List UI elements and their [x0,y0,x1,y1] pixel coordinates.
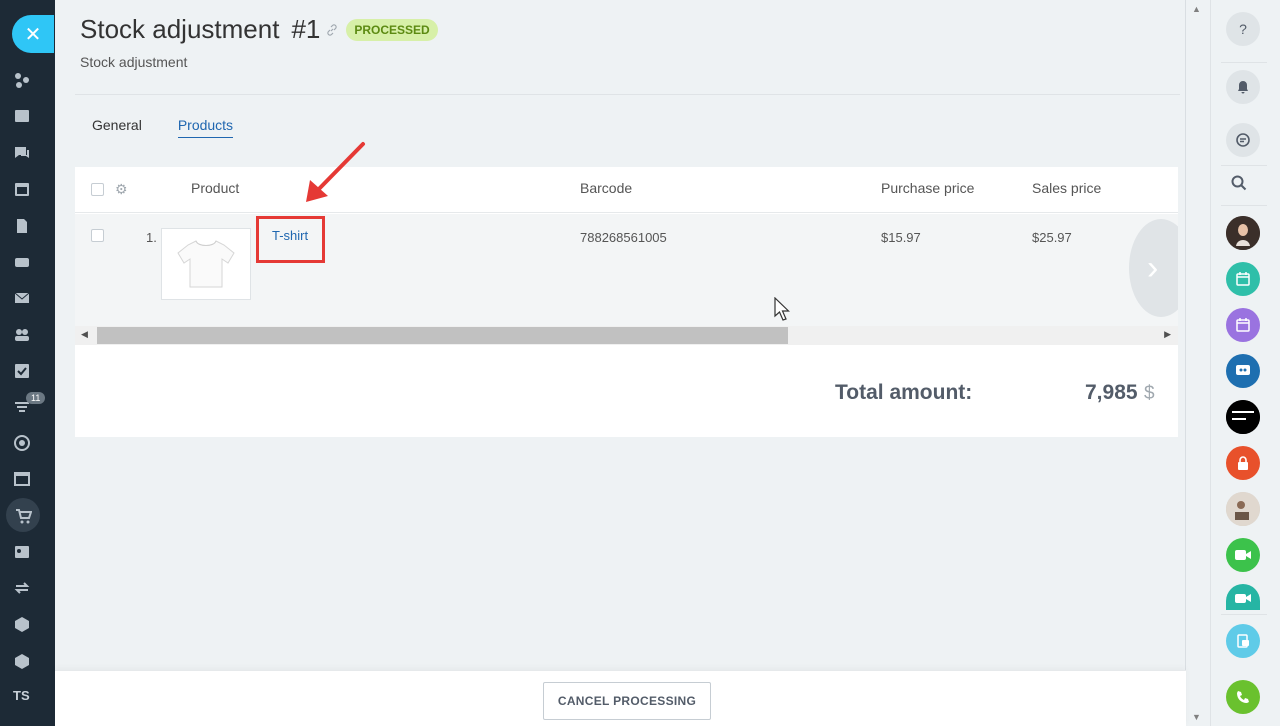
help-icon[interactable]: ? [1226,12,1260,46]
scroll-right-arrow-icon[interactable]: ▶ [1164,329,1171,340]
row-index: 1. [146,230,157,245]
close-icon[interactable]: ✕ [12,15,54,53]
status-badge: PROCESSED [346,18,438,41]
video-call-icon-2[interactable] [1226,584,1260,610]
mouse-cursor-icon [774,297,790,321]
groups-icon[interactable] [12,325,32,345]
table-header: ⚙ Product Barcode Purchase price Sales p… [75,167,1178,213]
right-sidebar-divider [1221,205,1267,206]
total-currency: $ [1144,383,1155,404]
tabs: General Products [92,117,269,138]
mail-icon[interactable] [12,288,32,308]
calendar-icon[interactable] [12,179,32,199]
table-row: 1. T-shirt 788268561005 $15.97 $25.97 [75,214,1178,326]
lock-icon[interactable] [1226,446,1260,480]
product-name-link[interactable]: T-shirt [272,228,308,243]
marketing-target-icon[interactable] [12,433,32,453]
page-subtitle: Stock adjustment [80,54,188,70]
avatar[interactable] [1226,216,1260,250]
header-divider [75,94,1180,95]
annotation-arrow-icon [306,142,365,202]
chat-icon[interactable] [12,143,32,163]
scrollbar-thumb[interactable] [97,327,788,344]
activity-stream-icon[interactable] [12,70,32,90]
column-header-product[interactable]: Product [191,180,239,196]
right-sidebar-divider [1221,614,1267,615]
document-number: #1 [291,14,321,44]
tshirt-icon [177,240,235,288]
page-title: Stock adjustment [80,14,280,44]
total-amount-value: 7,985 [1085,381,1138,404]
horizontal-scrollbar[interactable]: ◀ ▶ [75,326,1178,345]
cancel-processing-button[interactable]: CANCEL PROCESSING [543,682,711,720]
screen-share-icon[interactable] [1226,624,1260,658]
drive-icon[interactable] [12,252,32,272]
chevron-right-icon: › [1147,248,1159,287]
sales-price-cell: $25.97 [1032,230,1072,245]
total-amount-label: Total amount: [835,381,973,404]
inventory-box-icon[interactable] [12,614,32,634]
column-header-purchase-price[interactable]: Purchase price [881,180,974,196]
product-image[interactable] [161,228,251,300]
video-call-icon[interactable] [1226,538,1260,572]
search-icon[interactable] [1231,175,1247,196]
tab-general[interactable]: General [92,117,142,138]
column-header-sales-price[interactable]: Sales price [1032,180,1101,196]
column-header-barcode[interactable]: Barcode [580,180,632,196]
phone-icon[interactable] [1226,680,1260,714]
contact-center-icon[interactable] [12,542,32,562]
document-icon[interactable] [12,216,32,236]
left-sidebar: ✕ 11 TS [0,0,55,726]
news-icon[interactable] [12,106,32,126]
right-sidebar: ? [1210,0,1280,726]
select-all-checkbox[interactable] [91,183,104,196]
stock-adjustment-panel: Stock adjustment #1 PROCESSED Stock adju… [55,0,1201,726]
avatar[interactable] [1226,492,1260,526]
totals-section: Total amount: 7,985 $ [75,347,1178,437]
tasks-icon[interactable] [12,361,32,381]
user-initials[interactable]: TS [13,688,30,703]
sites-icon[interactable] [12,469,32,489]
page-header: Stock adjustment #1 PROCESSED Stock adju… [80,14,438,70]
shop-cart-icon[interactable] [13,506,33,526]
notification-counter: 11 [26,392,46,404]
scroll-down-arrow-icon[interactable]: ▼ [1192,712,1201,722]
inventory-box-icon-2[interactable] [12,651,32,671]
copy-link-icon[interactable] [326,23,338,36]
scroll-up-arrow-icon[interactable]: ▲ [1192,4,1201,14]
group-chat-icon[interactable] [1226,354,1260,388]
right-sidebar-divider [1221,62,1267,63]
right-sidebar-divider [1221,165,1267,166]
scroll-left-arrow-icon[interactable]: ◀ [81,329,88,340]
bell-icon[interactable] [1226,70,1260,104]
products-table: ⚙ Product Barcode Purchase price Sales p… [75,167,1178,347]
purchase-price-cell: $15.97 [881,230,921,245]
messenger-icon[interactable] [1226,123,1260,157]
automation-icon[interactable] [12,578,32,598]
fusion-logo-avatar[interactable] [1226,400,1260,434]
barcode-cell: 788268561005 [580,230,667,245]
calendar-chat-icon[interactable] [1226,262,1260,296]
tab-products[interactable]: Products [177,117,234,138]
row-checkbox[interactable] [91,229,104,242]
gear-icon[interactable]: ⚙ [115,181,128,198]
calendar-chat-icon-2[interactable] [1226,308,1260,342]
footer-bar: CANCEL PROCESSING [55,670,1186,726]
